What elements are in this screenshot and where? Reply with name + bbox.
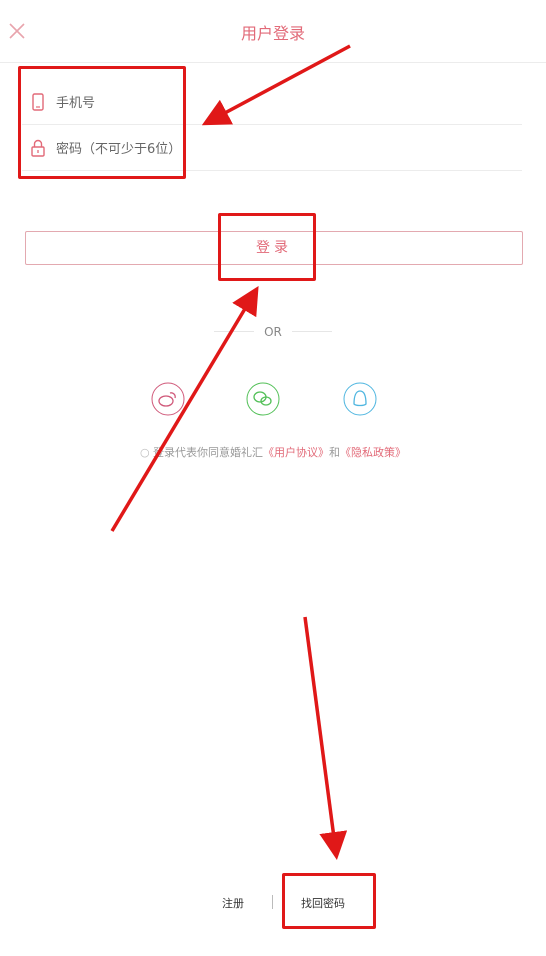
- agreement-and: 和: [329, 446, 341, 459]
- divider-line-right: [292, 331, 332, 332]
- annotation-box-form: [18, 66, 186, 179]
- user-agreement-link[interactable]: 《用户协议》: [263, 446, 329, 459]
- header-bar: 用户登录: [0, 0, 546, 63]
- wechat-icon[interactable]: [246, 382, 280, 416]
- agreement-checkbox-icon[interactable]: ○: [140, 446, 150, 459]
- annotation-box-login: [218, 213, 316, 281]
- annotation-box-recover: [282, 873, 376, 929]
- agreement-prefix: 登录代表你同意婚礼汇: [153, 446, 264, 459]
- footer-separator: [272, 895, 273, 909]
- weibo-icon[interactable]: [151, 382, 185, 416]
- register-link[interactable]: 注册: [222, 895, 244, 911]
- page-title: 用户登录: [240, 24, 305, 43]
- privacy-policy-link[interactable]: 《隐私政策》: [340, 446, 406, 459]
- agreement-text: ○ 登录代表你同意婚礼汇《用户协议》和《隐私政策》: [0, 444, 546, 460]
- or-divider-text: OR: [264, 325, 282, 339]
- qq-icon[interactable]: [343, 382, 377, 416]
